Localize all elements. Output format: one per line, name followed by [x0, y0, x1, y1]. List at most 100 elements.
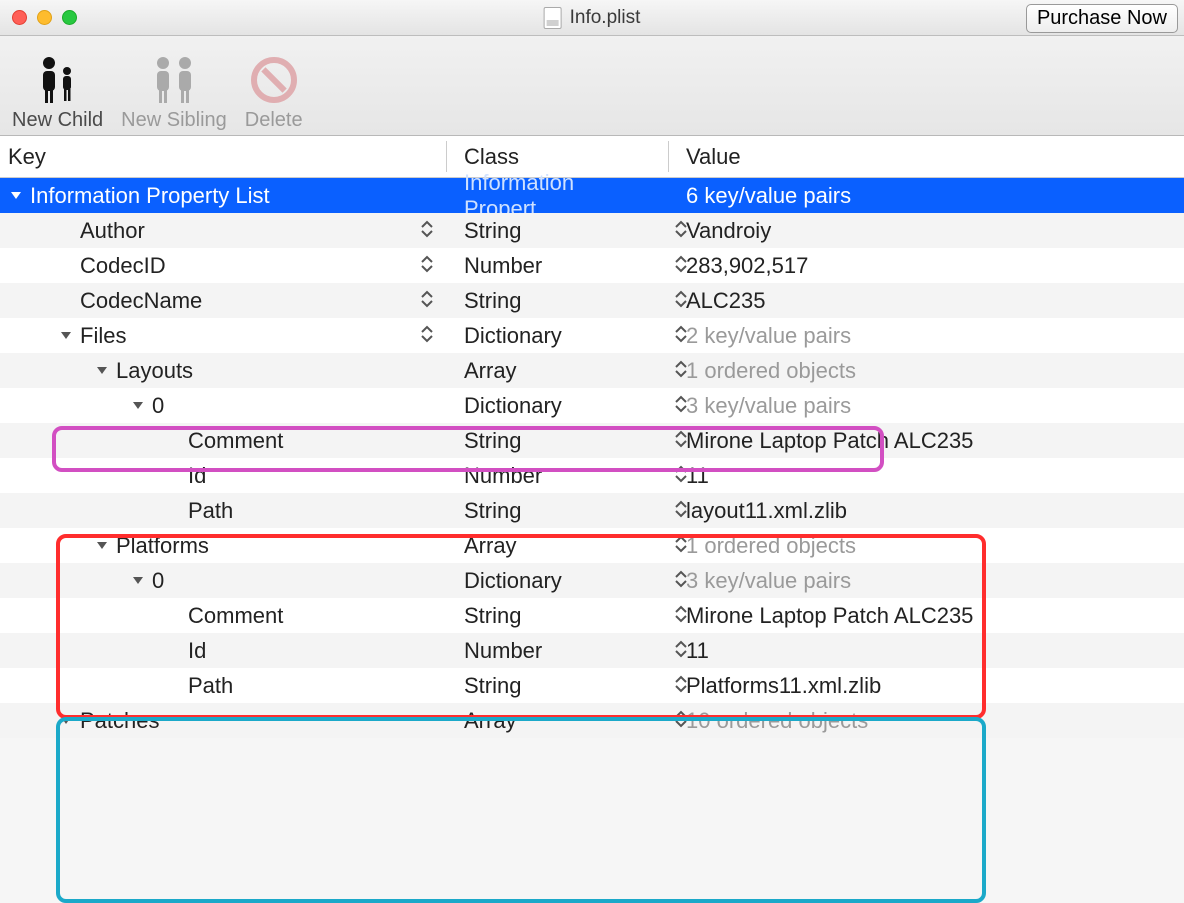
row-key: Path — [188, 498, 233, 524]
row-key: Id — [188, 463, 206, 489]
row-value: Vandroiy — [668, 213, 1184, 248]
stepper-icon[interactable] — [674, 429, 688, 449]
row-class: String — [446, 493, 668, 528]
row-value: 3 key/value pairs — [668, 388, 1184, 423]
stepper-icon[interactable] — [674, 569, 688, 589]
stepper-icon[interactable] — [674, 534, 688, 554]
stepper-icon[interactable] — [674, 324, 688, 344]
delete-icon — [251, 51, 297, 109]
new-child-button[interactable]: New Child — [12, 40, 103, 132]
row-key: Id — [188, 638, 206, 664]
row-key: Information Property List — [30, 183, 270, 209]
column-divider[interactable] — [446, 141, 447, 172]
stepper-icon[interactable] — [674, 359, 688, 379]
stepper-icon[interactable] — [420, 324, 434, 344]
tree-row[interactable]: Files Dictionary 2 key/value pairs — [0, 318, 1184, 353]
stepper-icon[interactable] — [420, 289, 434, 309]
stepper-icon[interactable] — [674, 464, 688, 484]
annotation-highlight — [56, 717, 986, 903]
tree-row[interactable]: 0 Dictionary 3 key/value pairs — [0, 388, 1184, 423]
delete-label: Delete — [245, 109, 303, 132]
tree-row[interactable]: Layouts Array 1 ordered objects — [0, 353, 1184, 388]
row-value: 10 ordered objects — [668, 703, 1184, 738]
disclosure-spacer — [168, 609, 182, 623]
row-key: Platforms — [116, 533, 209, 559]
disclosure-spacer — [60, 259, 74, 273]
new-sibling-icon — [147, 51, 201, 109]
minimize-icon[interactable] — [37, 10, 52, 25]
disclosure-spacer — [168, 469, 182, 483]
row-value: 11 — [668, 633, 1184, 668]
disclosure-triangle-icon[interactable] — [96, 539, 110, 553]
disclosure-triangle-icon[interactable] — [132, 574, 146, 588]
row-value: Platforms11.xml.zlib — [668, 668, 1184, 703]
tree-row[interactable]: Path String layout11.xml.zlib — [0, 493, 1184, 528]
tree-row[interactable]: Patches Array 10 ordered objects — [0, 703, 1184, 738]
tree-row[interactable]: Path String Platforms11.xml.zlib — [0, 668, 1184, 703]
close-icon[interactable] — [12, 10, 27, 25]
new-sibling-label: New Sibling — [121, 109, 227, 132]
stepper-icon[interactable] — [420, 219, 434, 239]
row-key: Patches — [80, 708, 160, 734]
column-class[interactable]: Class — [446, 144, 668, 170]
stepper-icon[interactable] — [674, 394, 688, 414]
stepper-icon[interactable] — [674, 289, 688, 309]
titlebar: Info.plist Purchase Now — [0, 0, 1184, 36]
row-key: 0 — [152, 393, 164, 419]
disclosure-triangle-icon[interactable] — [60, 714, 74, 728]
row-class: Information Propert… — [446, 178, 668, 213]
tree-row[interactable]: CodecID Number 283,902,517 — [0, 248, 1184, 283]
tree-row[interactable]: Comment String Mirone Laptop Patch ALC23… — [0, 423, 1184, 458]
stepper-icon[interactable] — [674, 604, 688, 624]
stepper-icon[interactable] — [674, 219, 688, 239]
row-value: ALC235 — [668, 283, 1184, 318]
disclosure-spacer — [60, 294, 74, 308]
stepper-icon[interactable] — [674, 639, 688, 659]
tree-row[interactable]: Author String Vandroiy — [0, 213, 1184, 248]
window-controls — [0, 10, 77, 25]
stepper-icon[interactable] — [674, 254, 688, 274]
disclosure-triangle-icon[interactable] — [96, 364, 110, 378]
purchase-area: Purchase Now — [1026, 4, 1178, 33]
window-title-text: Info.plist — [570, 7, 641, 29]
row-key: Path — [188, 673, 233, 699]
window-title: Info.plist — [544, 7, 641, 29]
column-key[interactable]: Key — [0, 144, 446, 170]
row-class: Number — [446, 458, 668, 493]
column-value[interactable]: Value — [668, 144, 1184, 170]
zoom-icon[interactable] — [62, 10, 77, 25]
row-value: Mirone Laptop Patch ALC235 — [668, 598, 1184, 633]
row-class: Dictionary — [446, 388, 668, 423]
plist-tree[interactable]: Information Property List Information Pr… — [0, 178, 1184, 738]
row-class: String — [446, 668, 668, 703]
disclosure-spacer — [168, 434, 182, 448]
row-class: Dictionary — [446, 318, 668, 353]
tree-row[interactable]: Information Property List Information Pr… — [0, 178, 1184, 213]
row-class: Array — [446, 528, 668, 563]
row-key: Comment — [188, 603, 283, 629]
tree-row[interactable]: 0 Dictionary 3 key/value pairs — [0, 563, 1184, 598]
row-class: Dictionary — [446, 563, 668, 598]
tree-row[interactable]: CodecName String ALC235 — [0, 283, 1184, 318]
new-sibling-button: New Sibling — [121, 40, 227, 132]
new-child-label: New Child — [12, 109, 103, 132]
stepper-icon[interactable] — [674, 674, 688, 694]
row-class: Array — [446, 703, 668, 738]
tree-row[interactable]: Comment String Mirone Laptop Patch ALC23… — [0, 598, 1184, 633]
row-value: layout11.xml.zlib — [668, 493, 1184, 528]
row-value: 3 key/value pairs — [668, 563, 1184, 598]
purchase-button[interactable]: Purchase Now — [1026, 4, 1178, 33]
column-divider[interactable] — [668, 141, 669, 172]
tree-row[interactable]: Id Number 11 — [0, 633, 1184, 668]
disclosure-triangle-icon[interactable] — [10, 189, 24, 203]
stepper-icon[interactable] — [674, 709, 688, 729]
delete-button: Delete — [245, 40, 303, 132]
row-key: Comment — [188, 428, 283, 454]
disclosure-triangle-icon[interactable] — [132, 399, 146, 413]
stepper-icon[interactable] — [674, 499, 688, 519]
disclosure-triangle-icon[interactable] — [60, 329, 74, 343]
row-class: String — [446, 213, 668, 248]
tree-row[interactable]: Id Number 11 — [0, 458, 1184, 493]
tree-row[interactable]: Platforms Array 1 ordered objects — [0, 528, 1184, 563]
stepper-icon[interactable] — [420, 254, 434, 274]
